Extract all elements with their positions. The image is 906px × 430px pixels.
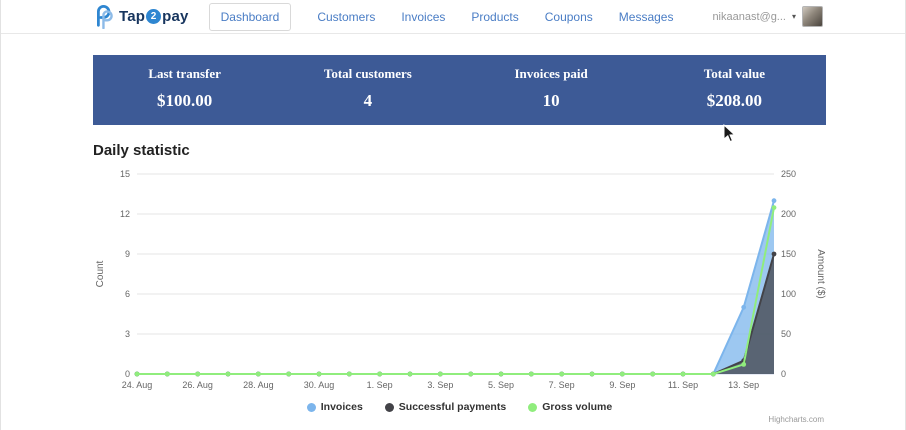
- svg-text:200: 200: [781, 209, 796, 219]
- stat-label: Invoices paid: [514, 66, 588, 81]
- navbar: Tap 2 pay Dashboard Customers Invoices Pro…: [1, 0, 905, 34]
- legend-item-invoices[interactable]: Invoices: [306, 401, 363, 413]
- tap2pay-logo[interactable]: Tap 2 pay: [91, 4, 189, 29]
- logo-text: Tap 2 pay: [119, 8, 189, 25]
- stat-label: Last transfer: [148, 66, 221, 81]
- caret-down-icon: ▾: [791, 12, 796, 21]
- svg-text:0: 0: [781, 369, 786, 379]
- svg-text:28. Aug: 28. Aug: [243, 380, 274, 390]
- main-nav: Dashboard Customers Invoices Products Co…: [208, 2, 674, 31]
- logo-text-tap: Tap: [119, 8, 146, 25]
- user-avatar: [802, 6, 823, 27]
- stat-value: 10: [542, 91, 560, 110]
- nav-item-coupons[interactable]: Coupons: [545, 10, 593, 24]
- nav-item-customers[interactable]: Customers: [317, 10, 375, 24]
- stat-total-value: Total value $208.00: [643, 55, 826, 125]
- legend-label: Successful payments: [398, 401, 507, 413]
- legend-marker-successful-payments: [384, 402, 394, 412]
- svg-text:30. Aug: 30. Aug: [304, 380, 335, 390]
- logo-2-badge: 2: [146, 9, 162, 24]
- svg-text:13. Sep: 13. Sep: [728, 380, 759, 390]
- page: Tap 2 pay Dashboard Customers Invoices Pro…: [0, 0, 906, 430]
- logo-text-pay: pay: [162, 8, 189, 25]
- svg-text:12: 12: [120, 209, 130, 219]
- svg-text:50: 50: [781, 329, 791, 339]
- chart-grid-and-axes: 0369121505010015020025024. Aug 26. Aug 28.…: [95, 169, 826, 390]
- user-email: nikaanast@g...: [712, 10, 786, 23]
- svg-text:0: 0: [125, 369, 130, 379]
- stat-value: 4: [363, 91, 373, 110]
- legend-item-successful-payments[interactable]: Successful payments: [384, 401, 507, 413]
- stat-last-transfer: Last transfer $100.00: [93, 55, 276, 125]
- stats-bar: Last transfer $100.00 Total customers 4 …: [93, 55, 826, 125]
- nav-item-invoices[interactable]: Invoices: [401, 10, 445, 24]
- svg-text:Amount ($): Amount ($): [815, 249, 826, 298]
- tap2pay-logo-icon: [97, 4, 113, 29]
- stat-label: Total customers: [323, 66, 412, 81]
- svg-text:150: 150: [781, 249, 796, 259]
- nav-item-products[interactable]: Products: [471, 10, 518, 24]
- chart-plot: 0369121505010015020025024. Aug 26. Aug 28.…: [95, 169, 826, 390]
- svg-text:3. Sep: 3. Sep: [427, 380, 453, 390]
- daily-statistic-chart: 0 3 6 9 12 15 0 50 100 150 200 250 24. Aug 26. Aug 28.…: [93, 165, 826, 427]
- svg-text:9: 9: [125, 249, 130, 259]
- svg-text:24. Aug: 24. Aug: [122, 380, 153, 390]
- stat-invoices-paid: Invoices paid 10: [460, 55, 643, 125]
- section-title: Daily statistic: [93, 142, 190, 159]
- legend-marker-gross-volume: [528, 402, 538, 412]
- chart-legend: Invoices Successful payments Gross volum…: [93, 401, 826, 413]
- svg-text:11. Sep: 11. Sep: [668, 380, 698, 390]
- svg-text:100: 100: [781, 289, 796, 299]
- legend-label: Invoices: [320, 401, 363, 413]
- svg-text:Count: Count: [95, 260, 106, 287]
- svg-text:5. Sep: 5. Sep: [488, 380, 514, 390]
- stat-label: Total value: [703, 66, 766, 81]
- svg-text:7. Sep: 7. Sep: [549, 380, 575, 390]
- chart-series: [134, 198, 777, 377]
- legend-marker-invoices: [306, 402, 316, 412]
- user-menu[interactable]: nikaanast@g... ▾: [712, 6, 823, 27]
- nav-item-messages[interactable]: Messages: [619, 10, 674, 24]
- legend-label: Gross volume: [542, 401, 613, 413]
- legend-item-gross-volume[interactable]: Gross volume: [528, 401, 612, 413]
- highcharts-credits[interactable]: Highcharts.com: [768, 415, 824, 424]
- svg-text:26. Aug: 26. Aug: [182, 380, 213, 390]
- svg-text:9. Sep: 9. Sep: [609, 380, 635, 390]
- nav-item-dashboard[interactable]: Dashboard: [208, 2, 292, 31]
- stat-value: $100.00: [157, 91, 213, 110]
- stat-total-customers: Total customers 4: [276, 55, 459, 125]
- mouse-cursor: [723, 124, 736, 143]
- stat-value: $208.00: [706, 91, 762, 110]
- svg-text:3: 3: [125, 329, 130, 339]
- svg-text:6: 6: [125, 289, 130, 299]
- svg-text:1. Sep: 1. Sep: [367, 380, 393, 390]
- svg-text:15: 15: [120, 169, 130, 179]
- svg-text:250: 250: [781, 169, 796, 179]
